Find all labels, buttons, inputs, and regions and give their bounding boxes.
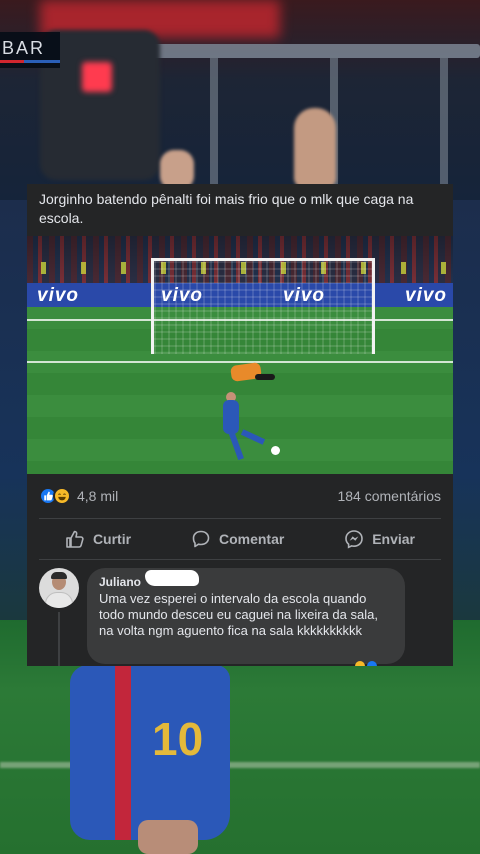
comment-icon bbox=[191, 529, 211, 549]
broadcast-tag-stripe bbox=[0, 60, 60, 63]
comment-button-label: Comentar bbox=[218, 531, 285, 547]
avatar-body bbox=[45, 592, 73, 608]
send-button-label: Enviar bbox=[372, 531, 416, 547]
like-icon bbox=[367, 661, 377, 666]
background-left-strip bbox=[0, 200, 30, 660]
penalty-line bbox=[27, 361, 453, 363]
haha-icon bbox=[53, 487, 71, 505]
like-button[interactable]: Curtir bbox=[65, 529, 131, 549]
background-player bbox=[70, 665, 230, 840]
send-button[interactable]: Enviar bbox=[344, 529, 415, 549]
comment-text: Uma vez esperei o intervalo da escola qu… bbox=[99, 591, 378, 638]
post-actions: Curtir Comentar Enviar bbox=[27, 519, 453, 559]
shirt-number: 10 bbox=[152, 713, 204, 765]
facebook-post-card: Jorginho batendo pênalti foi mais frio q… bbox=[27, 184, 453, 666]
background-camera-light bbox=[82, 62, 112, 92]
reaction-count: 4,8 mil bbox=[77, 488, 119, 504]
background-rail-post bbox=[210, 55, 218, 195]
goal-net bbox=[151, 258, 375, 354]
haha-icon bbox=[355, 661, 365, 666]
background-hand bbox=[294, 108, 336, 188]
background-rail-post bbox=[440, 55, 448, 195]
post-image[interactable]: vivo vivo vivo vivo bbox=[27, 236, 453, 474]
football bbox=[271, 446, 280, 455]
background-right-strip bbox=[452, 200, 480, 660]
messenger-icon bbox=[344, 529, 364, 549]
background-rail bbox=[130, 44, 480, 58]
board-text: vivo bbox=[37, 285, 80, 306]
avatar[interactable] bbox=[39, 568, 79, 608]
post-stats-row: 4,8 mil 184 comentários bbox=[27, 474, 453, 518]
board-text: vivo bbox=[405, 285, 448, 306]
reactions-summary[interactable]: 4,8 mil bbox=[39, 487, 118, 505]
like-button-label: Curtir bbox=[92, 531, 132, 547]
comment-button[interactable]: Comentar bbox=[191, 529, 284, 549]
name-censor-scribble bbox=[145, 570, 199, 586]
comment-bubble: Juliano Uma vez esperei o intervalo da e… bbox=[87, 568, 405, 666]
post-caption: Jorginho batendo pênalti foi mais frio q… bbox=[39, 191, 414, 226]
thread-line bbox=[58, 612, 60, 666]
comment-item: Juliano Uma vez esperei o intervalo da e… bbox=[27, 560, 453, 666]
comments-count[interactable]: 184 comentários bbox=[337, 488, 441, 504]
comment-author[interactable]: Juliano bbox=[99, 574, 393, 590]
thumbs-up-icon bbox=[65, 529, 85, 549]
comment-reactions[interactable] bbox=[355, 661, 377, 666]
avatar-hair bbox=[51, 572, 67, 579]
background-player-leg bbox=[138, 820, 198, 854]
penalty-taker bbox=[223, 400, 239, 434]
goalkeeper-legs bbox=[255, 374, 275, 380]
